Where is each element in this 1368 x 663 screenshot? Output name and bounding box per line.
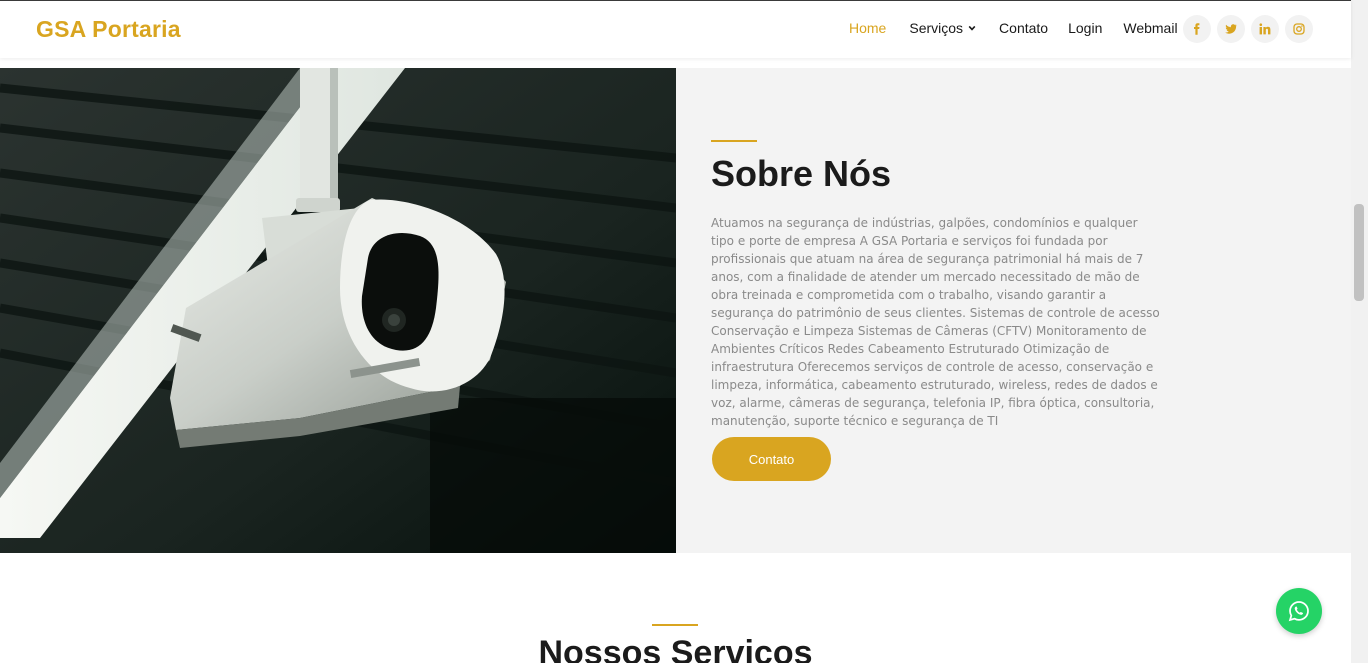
nav-login[interactable]: Login <box>1068 20 1102 36</box>
linkedin-icon <box>1259 23 1271 35</box>
instagram-button[interactable] <box>1285 15 1313 43</box>
whatsapp-button[interactable] <box>1276 588 1322 634</box>
services-accent-line <box>652 624 698 626</box>
nav-servicos-label: Serviços <box>909 20 964 36</box>
site-header: GSA Portaria Home Serviços Contato Login… <box>0 0 1351 58</box>
about-accent-line <box>711 140 757 142</box>
about-description: Atuamos na segurança de indústrias, galp… <box>711 216 1160 428</box>
chevron-down-icon <box>968 25 976 31</box>
about-section: Sobre Nós Atuamos na segurança de indúst… <box>676 68 1351 553</box>
twitter-icon <box>1225 24 1237 34</box>
twitter-button[interactable] <box>1217 15 1245 43</box>
nav-home[interactable]: Home <box>849 20 886 36</box>
site-logo[interactable]: GSA Portaria <box>36 16 181 43</box>
linkedin-button[interactable] <box>1251 15 1279 43</box>
nav-servicos[interactable]: Serviços <box>909 20 976 36</box>
nav-webmail[interactable]: Webmail <box>1123 20 1177 36</box>
social-links <box>1183 15 1313 43</box>
security-camera-image <box>0 68 676 553</box>
about-title: Sobre Nós <box>711 153 892 194</box>
security-camera-illustration <box>0 68 676 553</box>
instagram-icon <box>1293 23 1305 35</box>
contact-button[interactable]: Contato <box>712 437 831 481</box>
nav-contato[interactable]: Contato <box>999 20 1048 36</box>
whatsapp-icon <box>1288 601 1309 622</box>
services-title: Nossos Serviços <box>538 634 813 663</box>
facebook-icon <box>1194 23 1200 35</box>
facebook-button[interactable] <box>1183 15 1211 43</box>
page-scrollbar[interactable] <box>1351 0 1368 663</box>
main-nav: Home Serviços Contato Login Webmail <box>849 20 1178 36</box>
scrollbar-thumb[interactable] <box>1354 204 1364 301</box>
